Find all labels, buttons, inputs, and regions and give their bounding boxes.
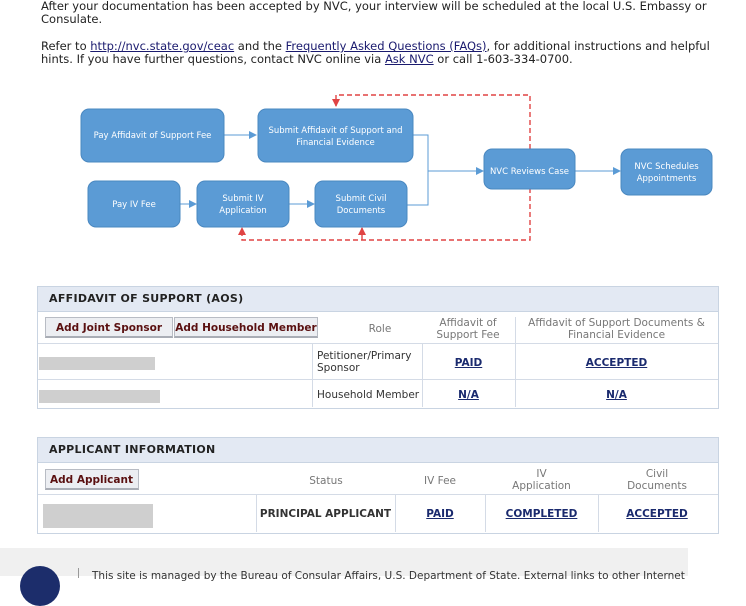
aos-row-divider xyxy=(38,343,718,344)
page-footer: This site is managed by the Bureau of Co… xyxy=(0,548,688,582)
redacted-name xyxy=(43,504,153,528)
step-submit-civil-documents: Submit Civil Documents xyxy=(314,180,408,228)
aos-col-fee: Affidavit of Support Fee xyxy=(422,317,514,341)
step-pay-iv-fee: Pay IV Fee xyxy=(87,180,181,228)
svg-text:NVC Reviews Case: NVC Reviews Case xyxy=(490,167,569,177)
svg-text:Pay IV Fee: Pay IV Fee xyxy=(112,200,156,210)
step-submit-iv-application: Submit IV Application xyxy=(196,180,290,228)
aos-col-fee-line: Support Fee xyxy=(436,329,500,341)
redacted-name xyxy=(39,357,155,370)
applicant-col-iv-application: IV Application xyxy=(485,468,598,492)
applicant-panel-title: APPLICANT INFORMATION xyxy=(38,438,718,463)
aos-row-role: Petitioner/Primary Sponsor xyxy=(317,350,411,374)
aos-docs-status-link[interactable]: ACCEPTED xyxy=(515,357,718,369)
applicant-col-civil-line: Civil xyxy=(645,468,669,480)
svg-text:Submit IV: Submit IV xyxy=(222,194,263,204)
svg-text:Pay Affidavit of Support Fee: Pay Affidavit of Support Fee xyxy=(94,131,212,141)
aos-panel-title: AFFIDAVIT OF SUPPORT (AOS) xyxy=(38,287,718,312)
aos-col-docs-line: Affidavit of Support Documents & xyxy=(528,317,705,329)
applicant-row-divider xyxy=(38,494,718,495)
aos-row-role: Household Member xyxy=(317,389,420,401)
applicant-col-iv-app-line: IV xyxy=(536,468,547,480)
iv-application-status-link[interactable]: COMPLETED xyxy=(485,508,598,520)
iv-fee-status-link[interactable]: PAID xyxy=(395,508,485,520)
svg-text:NVC Schedules: NVC Schedules xyxy=(634,162,699,172)
svg-text:Documents: Documents xyxy=(337,206,386,216)
aos-col-fee-line: Affidavit of xyxy=(439,317,497,329)
applicant-col-iv-fee: IV Fee xyxy=(423,475,456,487)
add-applicant-button[interactable]: Add Applicant xyxy=(45,469,139,490)
add-joint-sponsor-button[interactable]: Add Joint Sponsor xyxy=(45,317,173,338)
aos-row-divider xyxy=(38,379,718,380)
step-pay-aos-fee: Pay Affidavit of Support Fee xyxy=(80,108,225,163)
svg-text:Application: Application xyxy=(219,206,267,216)
state-department-seal-icon xyxy=(20,566,60,606)
svg-text:Submit Civil: Submit Civil xyxy=(336,194,387,204)
aos-role-line: Petitioner/Primary xyxy=(317,350,412,362)
aos-col-divider xyxy=(312,343,313,407)
step-submit-aos: Submit Affidavit of Support and Financia… xyxy=(257,108,414,163)
step-nvc-reviews-case: NVC Reviews Case xyxy=(483,148,576,190)
footer-separator xyxy=(78,568,79,578)
applicant-status: PRINCIPAL APPLICANT xyxy=(259,508,392,520)
aos-col-docs-line: Financial Evidence xyxy=(567,329,666,341)
applicant-col-civil-line: Documents xyxy=(627,480,687,492)
aos-fee-status-link[interactable]: PAID xyxy=(422,357,515,369)
svg-text:Appointments: Appointments xyxy=(637,174,697,184)
civil-documents-status-link[interactable]: ACCEPTED xyxy=(598,508,716,520)
redacted-name xyxy=(39,390,160,403)
aos-fee-status-link[interactable]: N/A xyxy=(422,389,515,401)
applicant-col-status: Status xyxy=(309,475,343,487)
applicant-col-civil-documents: Civil Documents xyxy=(598,468,716,492)
svg-text:Submit Affidavit of Support an: Submit Affidavit of Support and xyxy=(268,126,402,136)
aos-panel: AFFIDAVIT OF SUPPORT (AOS) Add Joint Spo… xyxy=(37,286,719,409)
applicant-col-iv-app-line: Application xyxy=(512,480,571,492)
footer-text: This site is managed by the Bureau of Co… xyxy=(92,570,685,582)
aos-role-line: Sponsor xyxy=(317,362,360,374)
svg-text:Financial Evidence: Financial Evidence xyxy=(296,138,375,148)
aos-docs-status-link[interactable]: N/A xyxy=(515,389,718,401)
add-household-member-button[interactable]: Add Household Member xyxy=(174,317,318,338)
process-flowchart: Pay Affidavit of Support Fee Submit Affi… xyxy=(80,94,713,241)
aos-col-docs: Affidavit of Support Documents & Financi… xyxy=(515,317,718,341)
applicant-panel: APPLICANT INFORMATION Add Applicant Stat… xyxy=(37,437,719,534)
step-nvc-schedules-appointments: NVC Schedules Appointments xyxy=(620,148,713,196)
